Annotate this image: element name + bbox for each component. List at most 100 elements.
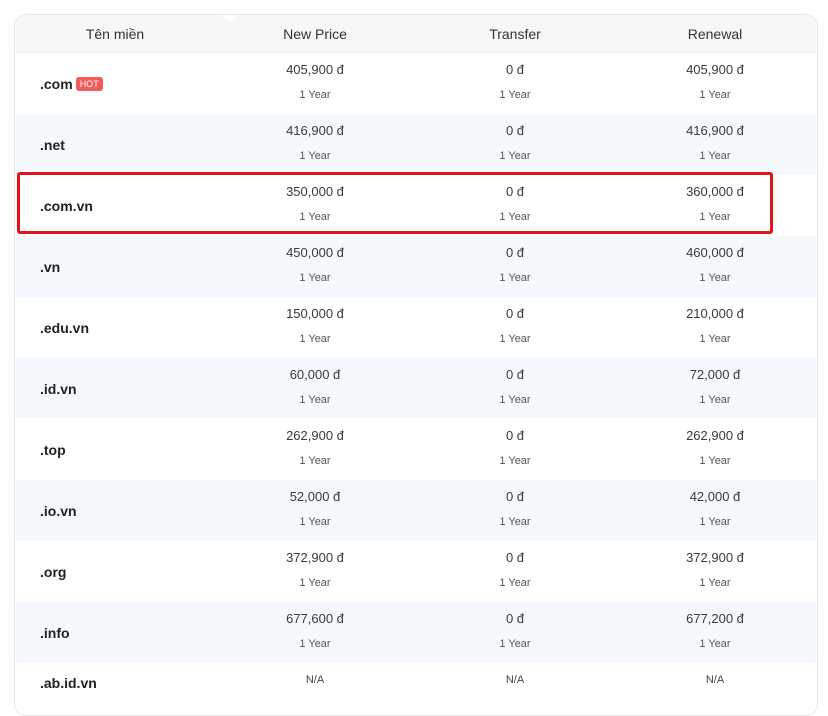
- new-price-cell: 150,000 đ 1 Year: [215, 297, 415, 358]
- tld-name: .net: [40, 136, 65, 153]
- tld-name: .top: [40, 441, 66, 458]
- new-price-cell: 60,000 đ 1 Year: [215, 358, 415, 419]
- transfer-term: 1 Year: [499, 272, 531, 284]
- tld-name: .com: [40, 75, 73, 92]
- new-price-value: 60,000 đ: [289, 367, 341, 382]
- table-row: .id.vn 60,000 đ 1 Year 0 đ 1 Year 72,000 đ 1 Y…: [15, 358, 817, 419]
- new-price-term: 1 Year: [299, 455, 331, 467]
- tld-cell: .vn: [15, 236, 215, 297]
- new-price-value: 405,900 đ: [286, 62, 344, 77]
- tld-cell: .info: [15, 602, 215, 663]
- table-row: .net 416,900 đ 1 Year 0 đ 1 Year 416,900 đ 1 Y…: [15, 114, 817, 175]
- header-renewal: Renewal: [687, 25, 743, 42]
- renewal-term: 1 Year: [699, 638, 731, 650]
- new-price-cell: 416,900 đ 1 Year: [215, 114, 415, 175]
- tld-cell: .io.vn: [15, 480, 215, 541]
- table-row: .ab.id.vn N/A N/A N/A: [15, 663, 817, 703]
- renewal-term: 1 Year: [699, 394, 731, 406]
- table-row: .org 372,900 đ 1 Year 0 đ 1 Year 372,900 đ 1 Y…: [15, 541, 817, 602]
- transfer-value: 0 đ: [505, 123, 525, 138]
- new-price-cell: 450,000 đ 1 Year: [215, 236, 415, 297]
- renewal-value: 677,200 đ: [686, 611, 744, 626]
- transfer-cell: 0 đ 1 Year: [415, 358, 615, 419]
- new-price-term: 1 Year: [299, 333, 331, 345]
- table-row: .top 262,900 đ 1 Year 0 đ 1 Year 262,900 đ 1 Y…: [15, 419, 817, 480]
- tld-name: .com.vn: [40, 197, 93, 214]
- new-price-value: 677,600 đ: [286, 611, 344, 626]
- renewal-term: 1 Year: [699, 516, 731, 528]
- renewal-term: 1 Year: [699, 577, 731, 589]
- transfer-term: 1 Year: [499, 211, 531, 223]
- transfer-term: 1 Year: [499, 150, 531, 162]
- transfer-value: 0 đ: [505, 428, 525, 443]
- transfer-value: N/A: [505, 674, 525, 686]
- new-price-cell: N/A: [215, 663, 415, 703]
- tld-name: .vn: [40, 258, 61, 275]
- new-price-value: 450,000 đ: [286, 245, 344, 260]
- table-row: .vn 450,000 đ 1 Year 0 đ 1 Year 460,000 đ 1 Ye…: [15, 236, 817, 297]
- transfer-cell: 0 đ 1 Year: [415, 175, 615, 236]
- tld-name: .info: [40, 624, 70, 641]
- new-price-value: 416,900 đ: [286, 123, 344, 138]
- renewal-term: 1 Year: [699, 455, 731, 467]
- renewal-cell: 72,000 đ 1 Year: [615, 358, 815, 419]
- new-price-value: 372,900 đ: [286, 550, 344, 565]
- table-row: .info 677,600 đ 1 Year 0 đ 1 Year 677,200 đ 1 …: [15, 602, 817, 663]
- transfer-term: 1 Year: [499, 394, 531, 406]
- renewal-cell: 360,000 đ 1 Year: [615, 175, 815, 236]
- transfer-value: 0 đ: [505, 62, 525, 77]
- transfer-value: 0 đ: [505, 306, 525, 321]
- renewal-cell: 405,900 đ 1 Year: [615, 53, 815, 114]
- transfer-value: 0 đ: [505, 367, 525, 382]
- table-row: .com HOT 405,900 đ1 Year 0 đ1 Year 405,900 đ…: [15, 53, 817, 114]
- tld-cell: .com HOT: [15, 53, 215, 114]
- renewal-value: N/A: [705, 674, 725, 686]
- renewal-value: 372,900 đ: [686, 550, 744, 565]
- transfer-cell: N/A: [415, 663, 615, 703]
- renewal-value: 72,000 đ: [689, 367, 741, 382]
- transfer-term: 1 Year: [499, 638, 531, 650]
- tld-cell: .ab.id.vn: [15, 663, 215, 703]
- transfer-cell: 0 đ 1 Year: [415, 480, 615, 541]
- new-price-value: 262,900 đ: [286, 428, 344, 443]
- transfer-cell: 0 đ 1 Year: [415, 602, 615, 663]
- transfer-value: 0 đ: [505, 245, 525, 260]
- transfer-cell: 0 đ 1 Year: [415, 53, 615, 114]
- transfer-value: 0 đ: [505, 611, 525, 626]
- new-price-cell: 405,900 đ 1 Year: [215, 53, 415, 114]
- new-price-cell: 52,000 đ 1 Year: [215, 480, 415, 541]
- transfer-value: 0 đ: [505, 550, 525, 565]
- renewal-cell: 372,900 đ 1 Year: [615, 541, 815, 602]
- table-body: .com HOT 405,900 đ1 Year 0 đ1 Year 405,900 đ…: [15, 53, 817, 703]
- renewal-term: 1 Year: [699, 150, 731, 162]
- new-price-term: 1 Year: [299, 89, 331, 101]
- table-header: Tên miền New Price Transfer Renewal: [15, 15, 817, 53]
- renewal-value: 42,000 đ: [689, 489, 741, 504]
- new-price-value: 150,000 đ: [286, 306, 344, 321]
- transfer-cell: 0 đ 1 Year: [415, 114, 615, 175]
- hot-badge: HOT: [75, 76, 103, 91]
- renewal-value: 262,900 đ: [686, 428, 744, 443]
- tld-cell: .org: [15, 541, 215, 602]
- header-domain: Tên miền: [85, 25, 145, 42]
- tld-cell: .id.vn: [15, 358, 215, 419]
- renewal-value: 360,000 đ: [686, 184, 744, 199]
- tld-cell: .com.vn: [15, 175, 215, 236]
- renewal-cell: 262,900 đ 1 Year: [615, 419, 815, 480]
- new-price-cell: 350,000 đ 1 Year: [215, 175, 415, 236]
- tld-name: .org: [40, 563, 67, 580]
- renewal-term: 1 Year: [699, 211, 731, 223]
- transfer-cell: 0 đ 1 Year: [415, 297, 615, 358]
- renewal-term: 1 Year: [699, 333, 731, 345]
- table-row: .edu.vn 150,000 đ1 Year 0 đ1 Year 210,000 đ…: [15, 297, 817, 358]
- new-price-cell: 372,900 đ 1 Year: [215, 541, 415, 602]
- tld-name: .edu.vn: [40, 319, 90, 336]
- tld-cell: .edu.vn: [15, 297, 215, 358]
- transfer-term: 1 Year: [499, 516, 531, 528]
- transfer-cell: 0 đ 1 Year: [415, 236, 615, 297]
- transfer-value: 0 đ: [505, 184, 525, 199]
- header-new-price: New Price: [283, 25, 347, 42]
- renewal-term: 1 Year: [699, 272, 731, 284]
- new-price-term: 1 Year: [299, 516, 331, 528]
- new-price-term: 1 Year: [299, 272, 331, 284]
